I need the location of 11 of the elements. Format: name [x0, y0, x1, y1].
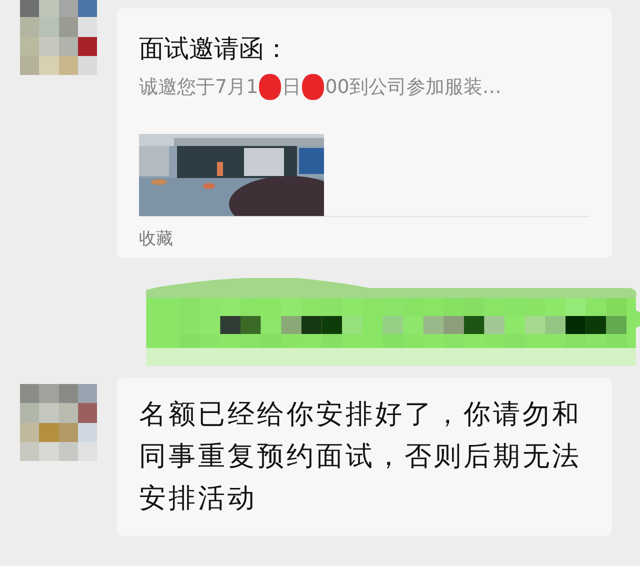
preview-text: 日 — [282, 75, 302, 100]
card-title: 面试邀请函： — [139, 33, 290, 65]
preview-text: 诚邀您于7月1 — [139, 75, 258, 100]
redaction-mark — [259, 74, 282, 100]
message-text: 名额已经给你安排好了，你请勿和同事重复预约面试，否则后期无法安排活动 — [139, 398, 582, 516]
redaction-mark — [302, 74, 324, 100]
preview-text: 00到公司参加服装… — [325, 75, 502, 100]
avatar[interactable] — [20, 384, 97, 461]
source-label: 收藏 — [139, 228, 174, 250]
avatar[interactable] — [20, 0, 97, 75]
link-card[interactable]: 面试邀请函： 诚邀您于7月1 日 00到公司参加服装… 收藏 — [117, 8, 612, 258]
